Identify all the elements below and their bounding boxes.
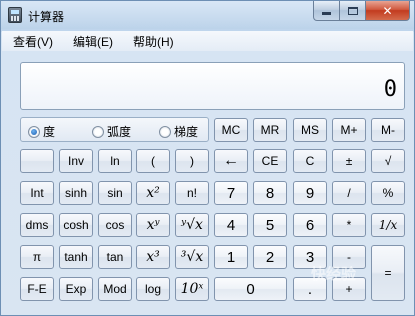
x-cubed-label: x³ xyxy=(146,249,160,265)
digit-8-button[interactable]: 8 xyxy=(253,181,287,205)
minimize-button[interactable] xyxy=(313,1,340,21)
radio-radians-dot[interactable] xyxy=(92,125,104,138)
maximize-icon xyxy=(347,6,358,15)
calculator-window: 计算器 ✕ 查看(V) 编辑(E) 帮助(H) 0 度 弧度 梯度 MC MR … xyxy=(0,0,415,316)
ln-button[interactable]: ln xyxy=(98,149,132,173)
menu-help[interactable]: 帮助(H) xyxy=(130,32,177,51)
ce-button[interactable]: CE xyxy=(253,149,287,173)
close-button[interactable]: ✕ xyxy=(366,1,410,21)
cosh-button[interactable]: cosh xyxy=(59,213,93,237)
radio-radians[interactable]: 弧度 xyxy=(92,123,131,140)
mc-button[interactable]: MC xyxy=(214,118,248,142)
plus-minus-button[interactable]: ± xyxy=(332,149,366,173)
backspace-button[interactable]: ← xyxy=(214,149,248,173)
x-squared-button[interactable]: x² xyxy=(136,181,170,205)
cube-root-label: ³√x xyxy=(180,249,204,265)
mod-button[interactable]: Mod xyxy=(98,277,132,301)
digit-4-button[interactable]: 4 xyxy=(214,213,248,237)
divide-button[interactable]: / xyxy=(332,181,366,205)
multiply-button[interactable]: * xyxy=(332,213,366,237)
y-root-x-label: ʸ√x xyxy=(181,217,203,233)
sqrt-button[interactable]: √ xyxy=(371,149,405,173)
f-e-button[interactable]: F-E xyxy=(20,277,54,301)
window-controls: ✕ xyxy=(313,1,410,21)
x-squared-label: x² xyxy=(146,185,160,201)
watermark-text: 快经验 xyxy=(311,266,357,283)
ms-button[interactable]: MS xyxy=(293,118,327,142)
tan-button[interactable]: tan xyxy=(98,245,132,269)
digit-0-button[interactable]: 0 xyxy=(214,277,287,301)
digit-2-button[interactable]: 2 xyxy=(253,245,287,269)
radio-degrees-dot[interactable] xyxy=(28,125,40,138)
result-display: 0 xyxy=(20,62,405,110)
menu-view[interactable]: 查看(V) xyxy=(10,32,56,51)
pi-button[interactable]: π xyxy=(20,245,54,269)
radio-radians-label: 弧度 xyxy=(107,125,132,139)
digit-7-button[interactable]: 7 xyxy=(214,181,248,205)
radio-degrees[interactable]: 度 xyxy=(28,123,55,140)
menu-bar: 查看(V) 编辑(E) 帮助(H) xyxy=(2,31,413,51)
close-paren-button[interactable]: ) xyxy=(175,149,209,173)
int-button[interactable]: Int xyxy=(20,181,54,205)
close-icon: ✕ xyxy=(382,3,393,18)
menu-edit[interactable]: 编辑(E) xyxy=(70,32,116,51)
blank-button[interactable] xyxy=(20,149,54,173)
display-value: 0 xyxy=(383,77,397,102)
title-bar[interactable]: 计算器 ✕ xyxy=(1,1,414,29)
digit-1-button[interactable]: 1 xyxy=(214,245,248,269)
ten-power-x-label: 10ˣ xyxy=(180,281,204,297)
equals-button[interactable]: = xyxy=(371,245,405,301)
tanh-button[interactable]: tanh xyxy=(59,245,93,269)
radio-gradians-dot[interactable] xyxy=(159,125,171,138)
factorial-button[interactable]: n! xyxy=(175,181,209,205)
dms-button[interactable]: dms xyxy=(20,213,54,237)
cube-root-button[interactable]: ³√x xyxy=(175,245,209,269)
minimize-icon xyxy=(322,12,331,15)
exp-button[interactable]: Exp xyxy=(59,277,93,301)
radio-gradians-label: 梯度 xyxy=(174,125,199,139)
reciprocal-button[interactable]: 1/x xyxy=(371,213,405,237)
open-paren-button[interactable]: ( xyxy=(136,149,170,173)
sin-button[interactable]: sin xyxy=(98,181,132,205)
cos-button[interactable]: cos xyxy=(98,213,132,237)
angle-mode-group: 度 弧度 梯度 xyxy=(20,117,209,142)
reciprocal-label: 1/x xyxy=(378,218,398,232)
mr-button[interactable]: MR xyxy=(253,118,287,142)
x-power-y-button[interactable]: xʸ xyxy=(136,213,170,237)
digit-5-button[interactable]: 5 xyxy=(253,213,287,237)
percent-button[interactable]: % xyxy=(371,181,405,205)
maximize-button[interactable] xyxy=(340,1,366,21)
digit-6-button[interactable]: 6 xyxy=(293,213,327,237)
radio-degrees-label: 度 xyxy=(43,125,56,139)
x-cubed-button[interactable]: x³ xyxy=(136,245,170,269)
window-title: 计算器 xyxy=(28,10,65,24)
ten-power-x-button[interactable]: 10ˣ xyxy=(175,277,209,301)
x-power-y-label: xʸ xyxy=(146,217,160,233)
log-button[interactable]: log xyxy=(136,277,170,301)
m-minus-button[interactable]: M- xyxy=(371,118,405,142)
sinh-button[interactable]: sinh xyxy=(59,181,93,205)
c-button[interactable]: C xyxy=(293,149,327,173)
inv-button[interactable]: Inv xyxy=(59,149,93,173)
y-root-x-button[interactable]: ʸ√x xyxy=(175,213,209,237)
m-plus-button[interactable]: M+ xyxy=(332,118,366,142)
calculator-app-icon xyxy=(8,7,22,23)
radio-gradians[interactable]: 梯度 xyxy=(159,123,198,140)
backspace-icon: ← xyxy=(223,152,239,169)
digit-9-button[interactable]: 9 xyxy=(293,181,327,205)
